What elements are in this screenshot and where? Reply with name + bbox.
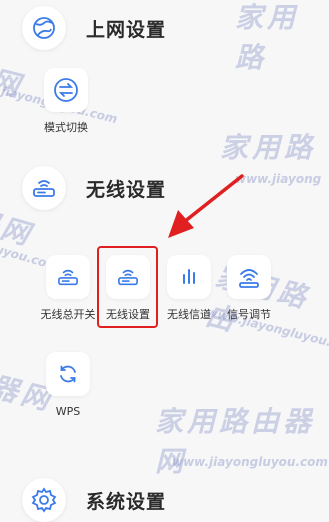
section-system-title: 系统设置	[86, 490, 167, 513]
arrow-annotation	[168, 174, 244, 238]
channel-bars-icon	[167, 255, 211, 299]
signal-adjust-label: 信号调节	[227, 308, 271, 321]
section-system-header[interactable]: 系统设置	[22, 478, 166, 522]
watermark-text: 家用路	[220, 131, 317, 164]
signal-adjust-button[interactable]: 信号调节	[218, 255, 280, 322]
watermark-text: www.jiayongluyou.com	[172, 455, 328, 469]
wireless-channel-label: 无线信道	[167, 308, 211, 321]
section-wireless-header[interactable]: 无线设置	[22, 166, 166, 210]
watermark-text: 器网	[0, 55, 27, 104]
globe-icon	[22, 6, 66, 50]
wps-label: WPS	[55, 405, 81, 418]
mode-switch-button[interactable]: 模式切换	[35, 68, 97, 135]
section-network-title: 上网设置	[86, 18, 167, 41]
section-network-header[interactable]: 上网设置	[22, 6, 166, 50]
mode-switch-icon	[44, 68, 88, 112]
mode-switch-label: 模式切换	[44, 121, 88, 134]
wireless-channel-button[interactable]: 无线信道	[158, 255, 220, 322]
wireless-master-switch-button[interactable]: 无线总开关	[37, 255, 99, 322]
highlight-box	[97, 246, 158, 328]
router-icon	[22, 166, 66, 210]
watermark-text: 家用路由器网	[155, 405, 316, 478]
section-wireless-title: 无线设置	[86, 178, 167, 201]
signal-tower-icon	[227, 255, 271, 299]
watermark-text: 家用路	[235, 1, 300, 74]
wps-button[interactable]: WPS	[37, 352, 99, 419]
router-icon	[46, 255, 90, 299]
refresh-icon	[46, 352, 90, 396]
gear-icon	[22, 478, 66, 522]
wireless-master-switch-label: 无线总开关	[40, 308, 96, 321]
